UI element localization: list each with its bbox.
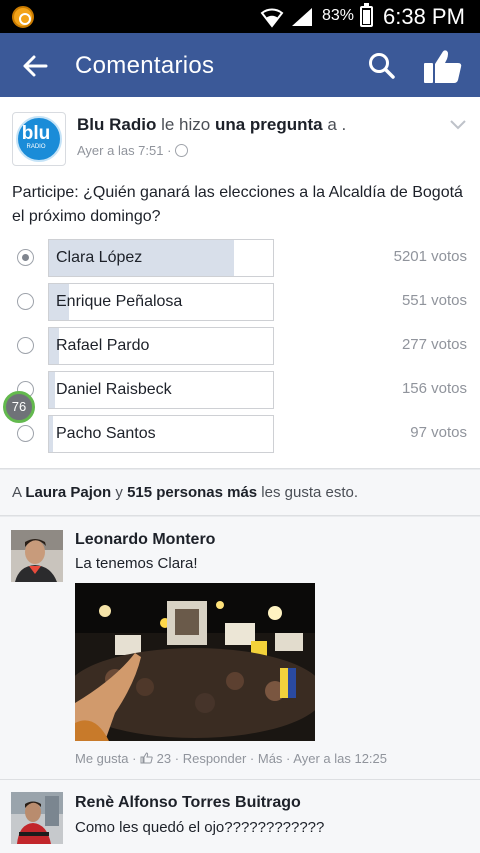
poll-option[interactable]: Daniel Raisbeck 156 votos [0, 370, 480, 410]
poll-option[interactable]: Clara López 5201 votos [0, 238, 480, 278]
battery-icon [360, 3, 373, 27]
post-action-tail: a . [322, 115, 347, 134]
poll-option-radio[interactable] [17, 337, 34, 354]
poll-option-radio[interactable] [17, 425, 34, 442]
page-title: Comentarios [75, 52, 215, 79]
likes-prefix: A [12, 484, 26, 501]
comment-author[interactable]: Renè Alfonso Torres Buitrago [75, 794, 301, 812]
poll-option-bar[interactable]: Enrique Peñalosa [48, 283, 274, 321]
chevron-down-icon[interactable] [449, 119, 467, 131]
battery-percent: 83% [322, 7, 355, 24]
back-arrow-icon[interactable] [18, 49, 52, 83]
likes-suffix: les gusta esto. [257, 484, 359, 501]
status-bar: 83% 6:38 PM [0, 0, 480, 33]
thumbs-up-icon [140, 752, 153, 764]
avatar-logo-text: blu [21, 123, 51, 144]
comment-photo[interactable] [75, 583, 315, 741]
poll-option-label: Enrique Peñalosa [56, 293, 183, 310]
poll-option-bar[interactable]: Pacho Santos [48, 415, 274, 453]
poll-option[interactable]: Rafael Pardo 277 votos [0, 326, 480, 366]
comment-author[interactable]: Leonardo Montero [75, 531, 215, 549]
overlay-badge[interactable]: 76 [3, 391, 35, 423]
poll-option-bar[interactable]: Clara López [48, 239, 274, 277]
poll-option-radio[interactable] [17, 293, 34, 310]
poll-option-fill [49, 372, 55, 408]
comment-actions: Me gusta · 23 · Responder · Más · Ayer a… [75, 751, 387, 766]
comment-like-button[interactable]: Me gusta [75, 751, 128, 766]
poll-option-fill [49, 416, 53, 452]
poll-option-votes[interactable]: 277 votos [402, 336, 467, 353]
poll-option[interactable]: Enrique Peñalosa 551 votos [0, 282, 480, 322]
likes-middle: y [111, 484, 128, 501]
likes-name: Laura Pajon [25, 484, 112, 501]
blu-radio-avatar[interactable]: blu RADIO [12, 112, 66, 166]
search-icon[interactable] [366, 50, 398, 82]
comment-like-count[interactable]: 23 [157, 751, 171, 766]
poll-option[interactable]: Pacho Santos 97 votos [0, 414, 480, 454]
divider [0, 779, 480, 780]
comment-more-button[interactable]: Más [258, 751, 283, 766]
comment-reply-button[interactable]: Responder [183, 751, 247, 766]
poll-option-radio[interactable] [17, 249, 34, 266]
post-author[interactable]: Blu Radio [77, 115, 156, 134]
signal-icon [292, 8, 312, 26]
poll-option-label: Clara López [56, 249, 143, 266]
poll-option-bar[interactable]: Daniel Raisbeck [48, 371, 274, 409]
avatar-logo-subtext: RADIO [26, 144, 46, 150]
comment-text: La tenemos Clara! [75, 555, 198, 572]
comment-text: Como les quedó el ojo???????????? [75, 819, 325, 836]
wifi-icon [260, 8, 284, 28]
poll-option-bar[interactable]: Rafael Pardo [48, 327, 274, 365]
app-notification-icon [12, 6, 34, 28]
poll-option-votes[interactable]: 97 votos [410, 424, 467, 441]
thumbs-up-icon[interactable] [420, 47, 464, 85]
post-action-bold: una pregunta [214, 115, 323, 134]
avatar[interactable] [11, 792, 63, 844]
globe-icon [175, 144, 189, 157]
comment-time[interactable]: Ayer a las 12:25 [293, 751, 387, 766]
poll-option-label: Daniel Raisbeck [56, 381, 172, 398]
poll-option-label: Pacho Santos [56, 425, 156, 442]
poll-option-label: Rafael Pardo [56, 337, 150, 354]
poll-option-votes[interactable]: 5201 votos [394, 248, 467, 265]
post-action: le hizo [156, 115, 215, 134]
likes-count: 515 personas más [127, 484, 258, 501]
clock: 6:38 PM [383, 4, 465, 29]
poll-question: Participe: ¿Quién ganará las elecciones … [12, 184, 463, 225]
post-time[interactable]: Ayer a las 7:51 · [77, 143, 171, 158]
comments-list: Leonardo Montero La tenemos Clara! Me gu… [0, 517, 480, 853]
post-header: Blu Radio le hizo una pregunta a . [77, 115, 346, 135]
poll-option-votes[interactable]: 156 votos [402, 380, 467, 397]
post-timestamp: Ayer a las 7:51 · [77, 143, 189, 158]
poll-option-votes[interactable]: 551 votos [402, 292, 467, 309]
app-bar: Comentarios [0, 33, 480, 97]
likes-summary[interactable]: A Laura Pajon y 515 personas más les gus… [0, 470, 480, 516]
avatar[interactable] [11, 530, 63, 582]
